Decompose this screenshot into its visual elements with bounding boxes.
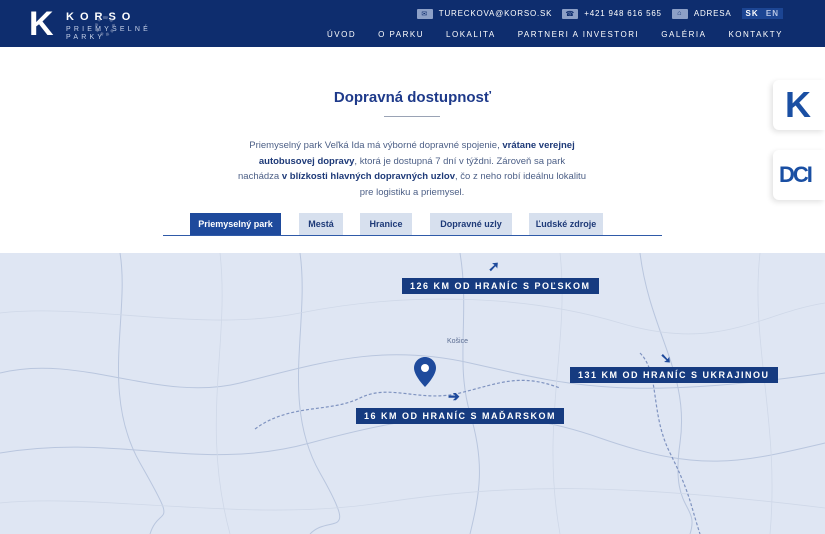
nav-kontakty[interactable]: KONTAKTY — [728, 30, 783, 39]
tab-ludske-zdroje[interactable]: Ľudské zdroje — [529, 213, 603, 235]
intro-part-1: Priemyselný park Veľká Ida má výborné do… — [249, 140, 503, 151]
site-header: K KORSO PRIEMYSELNÉ PARKY ✉ TURECKOVA@KO… — [0, 0, 825, 47]
language-switch[interactable]: SK EN — [741, 8, 783, 19]
nav-o-parku[interactable]: O PARKU — [378, 30, 424, 39]
title-divider — [384, 116, 440, 117]
contact-bar: ✉ TURECKOVA@KORSO.SK ☎ +421 948 616 565 … — [416, 8, 783, 19]
map-city-kosice: Košice — [447, 338, 469, 345]
tab-mesta[interactable]: Mestá — [299, 213, 343, 235]
gear-icon — [95, 16, 115, 36]
tab-priemyselny-park[interactable]: Priemyselný park — [190, 213, 281, 235]
address-contact[interactable]: ⌂ ADRESA — [671, 8, 732, 19]
arrow-south-icon: ➔ — [448, 388, 460, 404]
label-poland: 126 KM OD HRANÍC S POĽSKOM — [402, 278, 599, 294]
label-ukraine: 131 KM OD HRANÍC S UKRAJINOU — [570, 367, 778, 383]
nav-uvod[interactable]: ÚVOD — [327, 30, 356, 39]
logo-letter: K — [29, 5, 54, 43]
nav-lokalita[interactable]: LOKALITA — [446, 30, 496, 39]
side-badge-dci[interactable]: DCI — [773, 150, 825, 200]
arrow-east-icon: ➘ — [660, 350, 672, 366]
tab-bar: Priemyselný park Mestá Hranice Dopravné … — [163, 213, 662, 236]
phone-icon: ☎ — [562, 8, 579, 19]
location-icon: ⌂ — [671, 8, 688, 19]
label-hungary: 16 KM OD HRANÍC S MAĎARSKOM — [356, 408, 565, 424]
email-contact[interactable]: ✉ TURECKOVA@KORSO.SK — [416, 8, 553, 19]
intro-bold-2: v blízkosti hlavných dopravných uzlov — [281, 171, 455, 182]
section-intro: Priemyselný park Veľká Ida má výborné do… — [238, 138, 586, 200]
phone-contact[interactable]: ☎ +421 948 616 565 — [562, 8, 662, 19]
lang-sk[interactable]: SK — [746, 9, 759, 18]
phone-text: +421 948 616 565 — [584, 9, 662, 18]
logo[interactable]: K KORSO PRIEMYSELNÉ PARKY — [29, 6, 159, 42]
dci-logo-icon: DCI — [779, 162, 813, 187]
mail-icon: ✉ — [416, 8, 433, 19]
address-text: ADRESA — [693, 9, 732, 18]
nav-galeria[interactable]: GALÉRIA — [661, 30, 706, 39]
nav-partneri[interactable]: PARTNERI A INVESTORI — [518, 30, 640, 39]
section-title: Dopravná dostupnosť — [333, 89, 492, 106]
arrow-north-icon: ➚ — [488, 258, 500, 274]
map-background — [0, 253, 825, 534]
tab-hranice[interactable]: Hranice — [360, 213, 412, 235]
lang-en[interactable]: EN — [766, 9, 779, 18]
main-nav: ÚVOD O PARKU LOKALITA PARTNERI A INVESTO… — [327, 30, 783, 39]
map-view[interactable]: Košice — [0, 253, 825, 534]
email-text: TURECKOVA@KORSO.SK — [438, 9, 553, 18]
tab-dopravne-uzly[interactable]: Dopravné uzly — [430, 213, 512, 235]
map-pin-icon[interactable] — [414, 357, 436, 387]
